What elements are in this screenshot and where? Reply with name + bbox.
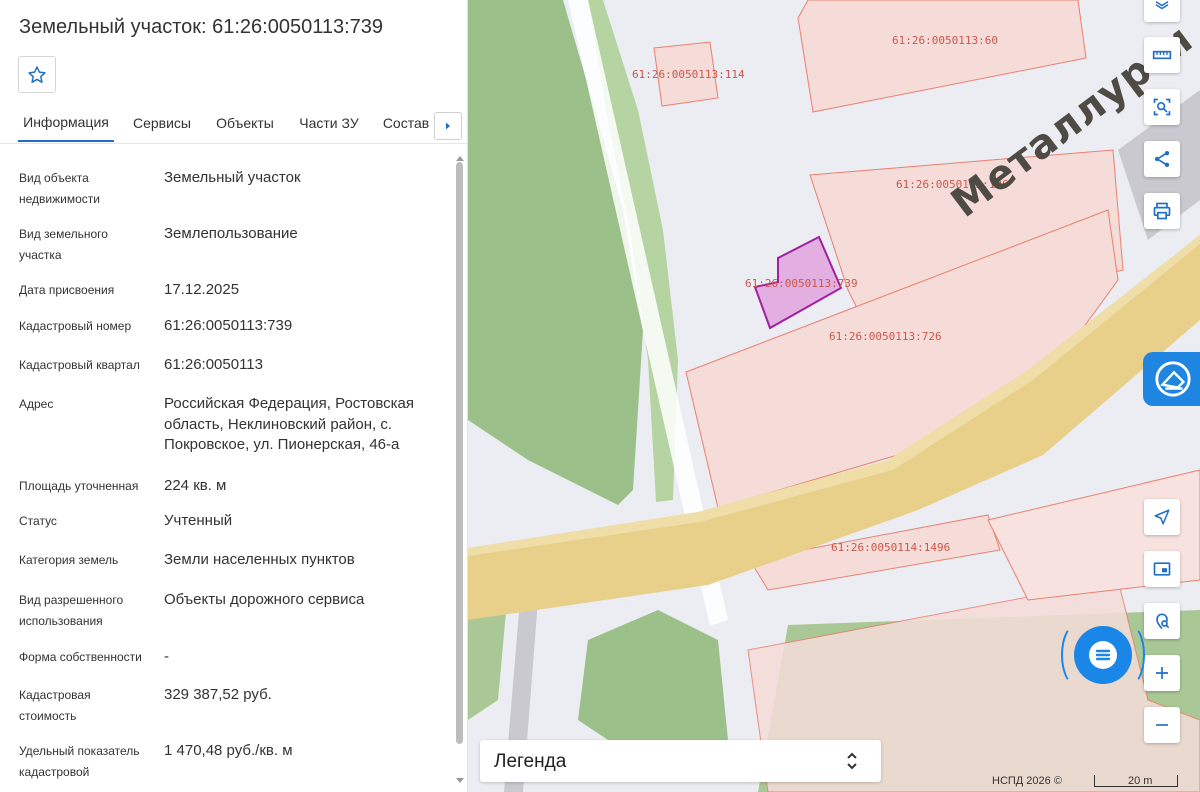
field-value: 1 470,48 руб./кв. м [164,742,293,759]
legend-label: Легенда [494,751,567,772]
ruler-button[interactable] [1144,37,1180,73]
field-value: Объекты дорожного сервиса [164,591,365,608]
parcel-label-739[interactable]: 61:26:0050113:739 [745,277,858,290]
share-button[interactable] [1144,141,1180,177]
copyright-text: НСПД 2026 © [992,775,1062,787]
layers-icon [1155,1,1169,10]
field-value: 17.12.2025 [164,281,240,298]
navigation-arrow-icon [1154,509,1170,525]
field-value: Земли населенных пунктов [164,551,355,568]
field-label: Удельный показатель кадастровой [19,744,140,779]
app-root: Земельный участок: 61:26:0050113:739 Инф… [0,0,1200,792]
field-value: Учтенный [164,512,233,529]
minimap-icon [1153,562,1171,576]
tab-services[interactable]: Сервисы [126,104,198,142]
zoom-in-button[interactable] [1144,655,1180,691]
chevron-up-down-icon [847,752,857,770]
chevron-right-icon [446,122,450,130]
picture-in-picture-button[interactable] [1144,551,1180,587]
tab-information[interactable]: Информация [18,104,114,142]
field-label: Адрес [19,397,54,411]
tab-parts[interactable]: Части ЗУ [294,104,364,142]
field-value: Землепользование [164,225,298,242]
field-label: Вид земельного участка [19,227,108,262]
field-label: Дата присвоения [19,283,115,297]
minus-icon [1156,724,1168,726]
print-icon [1153,202,1171,220]
field-label: Вид разрешенного использования [19,593,124,628]
field-label: Категория земель [19,553,119,567]
favorite-button[interactable] [18,56,56,93]
location-search-icon [1156,613,1170,630]
nspd-brand-button[interactable] [1143,352,1200,406]
parcel-label-1496[interactable]: 61:26:0050114:1496 [831,541,950,554]
field-label: Кадастровый квартал [19,358,140,372]
scale-label: 20 m [1128,775,1153,787]
ruler-icon [1152,50,1172,60]
nspd-logo-icon [1155,361,1191,397]
tab-objects[interactable]: Объекты [210,104,280,142]
field-label: Кадастровая стоимость [19,688,91,723]
select-area-button[interactable] [1144,89,1180,125]
chat-icon [1089,641,1117,669]
parcel-label-60[interactable]: 61:26:0050113:60 [892,34,998,47]
zoom-out-button[interactable] [1144,707,1180,743]
field-label: Кадастровый номер [19,319,132,333]
field-label: Форма собственности [19,650,142,664]
layers-button[interactable] [1144,0,1180,22]
field-value: 329 387,52 руб. [164,686,272,703]
locate-button[interactable] [1144,499,1180,535]
field-label: Статус [19,514,57,528]
scroll-down-icon[interactable] [456,778,464,783]
star-icon [28,65,46,83]
tabs-divider [0,143,468,144]
tab-composition[interactable]: Состав [378,104,434,142]
info-list: Вид объекта недвижимости Земельный участ… [0,150,452,792]
field-label: Площадь уточненная [19,479,139,493]
tabs-next-button[interactable] [434,112,462,140]
field-value: - [164,648,169,665]
print-button[interactable] [1144,193,1180,229]
share-icon [1154,151,1170,167]
scroll-thumb[interactable] [456,162,463,744]
field-label: Вид объекта недвижимости [19,171,100,206]
geo-search-button[interactable] [1144,603,1180,639]
field-value: 61:26:0050113 [164,356,263,373]
field-value: Земельный участок [164,169,301,186]
field-value: 224 кв. м [164,477,227,494]
panel-scrollbar[interactable] [452,150,468,790]
chat-button[interactable] [1074,626,1132,684]
select-area-icon [1153,98,1171,116]
info-panel: Земельный участок: 61:26:0050113:739 Инф… [0,0,468,792]
page-title: Земельный участок: 61:26:0050113:739 [19,16,384,38]
parcel-label-726[interactable]: 61:26:0050113:726 [829,330,942,343]
field-value: 61:26:0050113:739 [164,317,293,334]
map-canvas[interactable]: 61:26:0050113:60 61:26:0050113:114 61:26… [468,0,1200,792]
tab-bar: Информация Сервисы Объекты Части ЗУ Сост… [18,104,462,144]
field-value: Российская Федерация, Ростовская область… [164,395,414,453]
scroll-up-icon[interactable] [456,156,464,161]
plus-icon [1156,667,1168,679]
legend-dropdown[interactable]: Легенда [480,740,881,782]
parcel-label-114[interactable]: 61:26:0050113:114 [632,68,745,81]
